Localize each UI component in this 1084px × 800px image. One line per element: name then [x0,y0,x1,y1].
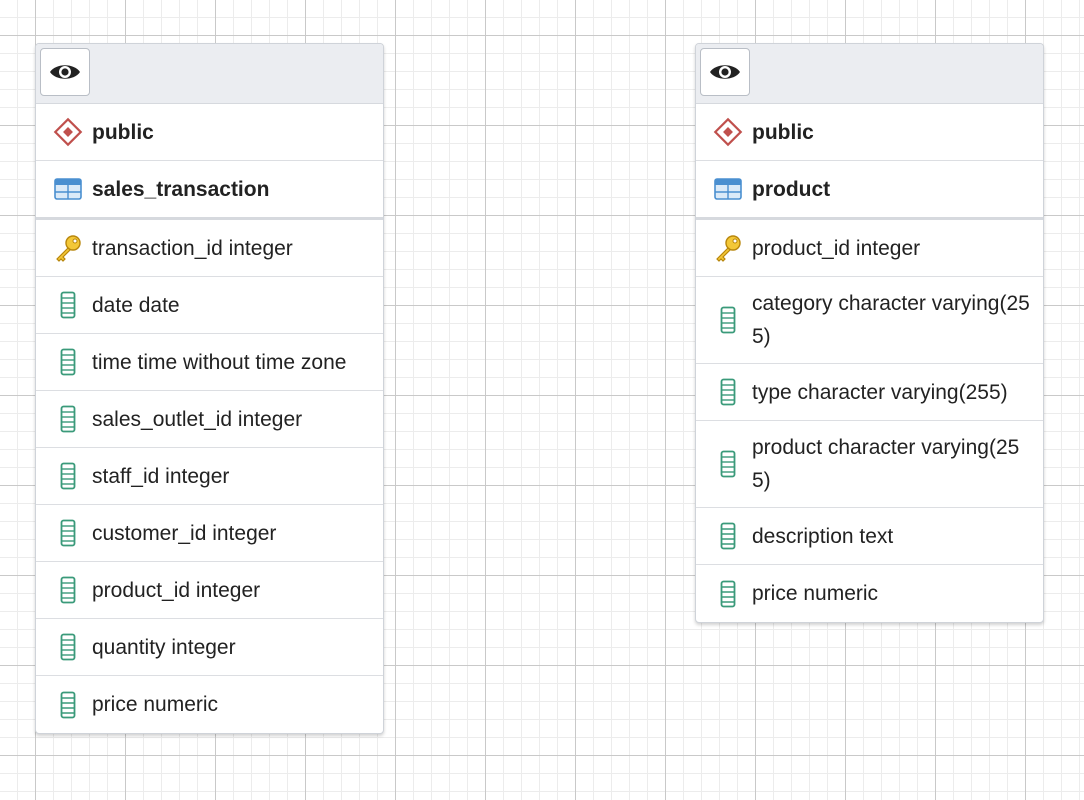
column-row[interactable]: type character varying(255) [696,364,1043,421]
column-row[interactable]: sales_outlet_id integer [36,391,383,448]
column-icon [710,376,746,408]
schema-row: public [696,104,1043,161]
table-node-product[interactable]: public product product_id integer catego [695,43,1044,623]
column-label: product_id integer [92,578,261,602]
column-icon [50,403,86,435]
column-label: product character varying(255) [752,436,1020,492]
column-label: price numeric [92,693,219,716]
column-icon [50,574,86,606]
column-icon [50,346,86,378]
schema-icon [710,116,746,148]
column-row[interactable]: customer_id integer [36,505,383,562]
column-label: staff_id integer [92,464,230,488]
column-icon [710,520,746,552]
column-row[interactable]: staff_id integer [36,448,383,505]
column-icon [50,517,86,549]
primary-key-icon [50,232,86,264]
eye-icon [710,65,740,79]
column-row[interactable]: product_id integer [696,220,1043,277]
schema-row: public [36,104,383,161]
table-name: sales_transaction [92,177,270,201]
column-row[interactable]: price numeric [36,676,383,733]
table-name-row: product [696,161,1043,220]
column-row[interactable]: category character varying(255) [696,277,1043,364]
column-row[interactable]: transaction_id integer [36,220,383,277]
column-row[interactable]: product_id integer [36,562,383,619]
column-icon [710,578,746,610]
show-details-button[interactable] [700,48,750,96]
table-toolbar [36,44,383,104]
column-icon [710,448,746,480]
eye-icon [50,65,80,79]
column-row[interactable]: date date [36,277,383,334]
column-icon [50,631,86,663]
table-icon [50,173,86,205]
column-label: sales_outlet_id integer [92,407,303,431]
column-icon [50,689,86,721]
table-name: product [752,177,831,201]
table-toolbar [696,44,1043,104]
column-row[interactable]: quantity integer [36,619,383,676]
column-label: transaction_id integer [92,236,293,260]
column-row[interactable]: price numeric [696,565,1043,622]
column-label: date date [92,293,180,317]
column-icon [710,304,746,336]
column-icon [50,289,86,321]
column-label: category character varying(255) [752,292,1030,348]
column-label: quantity integer [92,635,236,659]
column-label: price numeric [752,582,879,605]
table-name-row: sales_transaction [36,161,383,220]
column-label: description text [752,524,894,548]
table-icon [710,173,746,205]
column-row[interactable]: time time without time zone [36,334,383,391]
schema-name: public [92,120,154,144]
column-label: customer_id integer [92,521,277,545]
column-row[interactable]: product character varying(255) [696,421,1043,508]
schema-icon [50,116,86,148]
column-label: product_id integer [752,236,921,260]
column-icon [50,460,86,492]
column-label: type character varying(255) [752,380,1008,404]
table-node-sales-transaction[interactable]: public sales_transaction transaction_id … [35,43,384,734]
primary-key-icon [710,232,746,264]
column-row[interactable]: description text [696,508,1043,565]
column-label: time time without time zone [92,350,347,374]
schema-name: public [752,120,814,144]
show-details-button[interactable] [40,48,90,96]
